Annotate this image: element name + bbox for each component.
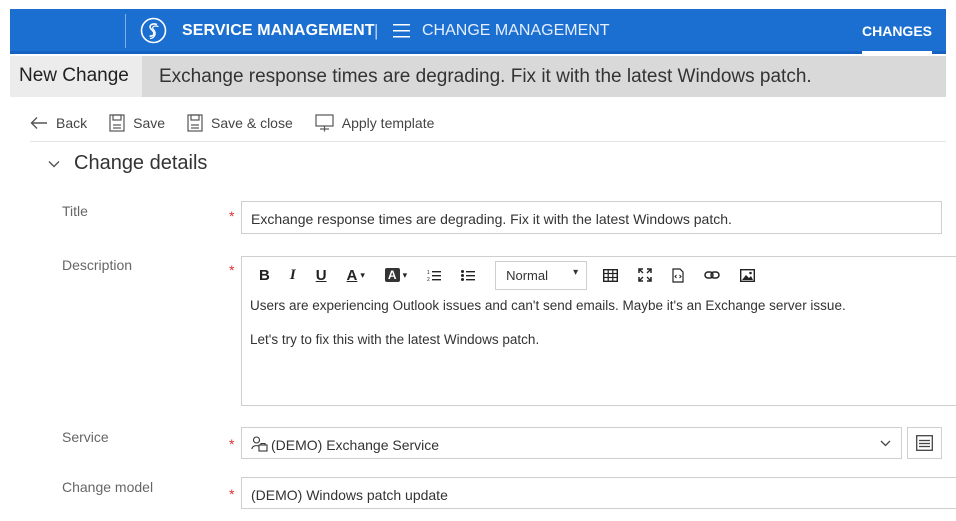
svg-text:2: 2	[427, 277, 430, 282]
bulleted-list-button[interactable]	[461, 264, 476, 286]
bulleted-list-icon	[461, 269, 476, 281]
service-select[interactable]: (DEMO) Exchange Service	[241, 427, 902, 459]
title-required-marker: *	[229, 208, 235, 224]
link-icon	[704, 271, 720, 279]
description-content[interactable]: Users are experiencing Outlook issues an…	[250, 297, 846, 365]
insert-table-button[interactable]	[603, 264, 619, 286]
list-view-icon	[916, 435, 933, 451]
change-model-value: (DEMO) Windows patch update	[251, 487, 448, 503]
record-title: Exchange response times are degrading. F…	[159, 66, 812, 87]
fullscreen-button[interactable]	[638, 264, 652, 286]
font-color-caret-icon: ▾	[360, 269, 365, 280]
chevron-down-icon[interactable]	[880, 440, 891, 447]
apply-template-label: Apply template	[341, 115, 435, 131]
chevron-down-icon	[48, 160, 60, 167]
logo-divider	[125, 14, 126, 48]
action-toolbar: Back Save Save & close Apply template	[30, 110, 456, 136]
section-title: Change details	[74, 152, 208, 174]
insert-image-button[interactable]	[740, 264, 756, 286]
back-arrow-icon	[30, 117, 47, 129]
insert-link-button[interactable]	[704, 264, 720, 286]
format-select-value: Normal	[506, 267, 549, 283]
service-icon	[251, 436, 268, 452]
source-document-icon	[672, 267, 684, 283]
ordered-list-button[interactable]: 1 2	[427, 264, 442, 286]
back-label: Back	[56, 115, 88, 131]
save-icon	[109, 114, 125, 132]
save-button[interactable]: Save	[109, 114, 165, 132]
service-lookup-button[interactable]	[907, 427, 942, 459]
image-icon	[740, 268, 756, 282]
table-icon	[603, 268, 619, 282]
change-model-label: Change model	[62, 479, 154, 495]
save-close-button[interactable]: Save & close	[187, 114, 293, 132]
svg-text:1: 1	[427, 270, 430, 276]
underline-button[interactable]: U	[316, 264, 327, 286]
title-field[interactable]: Exchange response times are degrading. F…	[241, 201, 942, 234]
change-model-field[interactable]: (DEMO) Windows patch update	[241, 477, 956, 509]
title-label: Title	[62, 203, 88, 219]
toolbar-divider	[30, 141, 946, 142]
italic-button[interactable]: I	[290, 264, 296, 286]
hamburger-menu-icon[interactable]	[393, 24, 410, 38]
description-editor[interactable]: B I U A ▾ A ▾ 1 2 Normal ▾ Users are exp…	[241, 256, 956, 406]
save-label: Save	[133, 115, 166, 131]
format-select[interactable]: Normal ▾	[495, 260, 588, 290]
font-color-label: A	[346, 266, 358, 284]
font-color-button[interactable]: A ▾	[347, 264, 365, 286]
back-button[interactable]: Back	[30, 115, 87, 131]
description-paragraph: Users are experiencing Outlook issues an…	[250, 298, 846, 313]
title-separator: |	[374, 21, 379, 40]
highlight-icon: A	[384, 268, 400, 282]
section-change-details[interactable]: Change details	[48, 152, 207, 175]
top-bar: SERVICE MANAGEMENT | CHANGE MANAGEMENT C…	[10, 9, 946, 54]
save-close-label: Save & close	[211, 115, 293, 131]
service-label: Service	[62, 429, 109, 445]
title-value: Exchange response times are degrading. F…	[251, 211, 732, 227]
highlight-caret-icon: ▾	[402, 269, 408, 280]
active-tab-indicator	[861, 51, 932, 54]
tab-changes[interactable]: CHANGES	[861, 9, 932, 54]
module-title[interactable]: CHANGE MANAGEMENT	[422, 22, 610, 40]
service-required-marker: *	[229, 436, 235, 452]
record-type: New Change	[10, 56, 142, 97]
app-title[interactable]: SERVICE MANAGEMENT	[182, 22, 375, 40]
source-code-button[interactable]	[672, 264, 684, 286]
description-paragraph: Let's try to fix this with the latest Wi…	[250, 332, 540, 347]
description-label: Description	[62, 257, 133, 273]
description-required-marker: *	[229, 262, 235, 278]
save-close-icon	[187, 114, 203, 132]
change-model-required-marker: *	[229, 486, 235, 502]
service-management-logo-icon[interactable]	[140, 17, 167, 44]
expand-icon	[638, 268, 652, 282]
record-header: New Change Exchange response times are d…	[10, 56, 946, 97]
editor-toolbar: B I U A ▾ A ▾ 1 2 Normal ▾	[242, 257, 956, 293]
apply-template-button[interactable]: Apply template	[315, 114, 435, 132]
apply-template-icon	[315, 114, 334, 132]
ordered-list-icon: 1 2	[427, 270, 442, 282]
service-value: (DEMO) Exchange Service	[271, 437, 440, 453]
bold-button[interactable]: B	[259, 264, 270, 286]
highlight-color-button[interactable]: A ▾	[384, 264, 408, 286]
tab-changes-label: CHANGES	[861, 23, 932, 39]
format-select-caret-icon: ▾	[573, 266, 579, 278]
